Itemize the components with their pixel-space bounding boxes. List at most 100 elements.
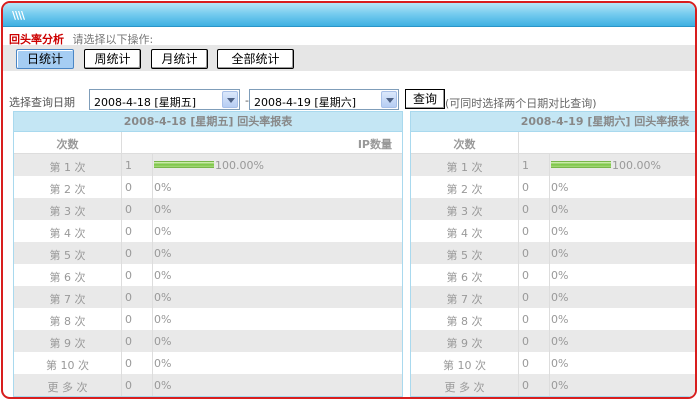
visit-label: 第 9 次 xyxy=(49,337,86,350)
visit-label: 第 3 次 xyxy=(49,205,86,218)
column-divider xyxy=(121,154,122,176)
ip-percent: 0% xyxy=(154,335,172,348)
ip-percent: 100.00% xyxy=(215,159,264,172)
ip-percent: 0% xyxy=(551,181,569,194)
monthly-stats-button[interactable]: 月统计 xyxy=(151,49,208,69)
ip-count: 0 xyxy=(125,181,132,194)
ip-count: 0 xyxy=(522,247,529,260)
percent-bar xyxy=(551,161,611,168)
visit-label: 第 1 次 xyxy=(446,161,483,174)
ip-percent: 0% xyxy=(551,203,569,216)
header-visits: 次数 xyxy=(56,138,79,151)
ip-count: 0 xyxy=(125,335,132,348)
ip-count: 0 xyxy=(125,203,132,216)
column-divider xyxy=(152,330,153,352)
ip-percent: 0% xyxy=(551,335,569,348)
ip-percent: 0% xyxy=(154,203,172,216)
column-divider xyxy=(549,264,550,286)
table-row: 第 5 次 0 0% xyxy=(14,242,402,264)
stat-mode-toolbar: 日统计 周统计 月统计 全部统计 xyxy=(3,45,695,71)
column-divider xyxy=(121,242,122,264)
date-from-select[interactable]: 2008-4-18 [星期五] xyxy=(89,89,240,110)
column-divider xyxy=(518,330,519,352)
table-row: 第 10 次 0 0% xyxy=(411,352,695,374)
query-button[interactable]: 查询 xyxy=(405,89,445,109)
visit-label: 更 多 次 xyxy=(444,381,485,394)
column-divider xyxy=(549,308,550,330)
ip-count: 1 xyxy=(125,159,132,172)
weekly-stats-button[interactable]: 周统计 xyxy=(84,49,141,69)
column-divider xyxy=(518,198,519,220)
table-row: 第 8 次 0 0% xyxy=(14,308,402,330)
visit-label: 第 1 次 xyxy=(49,161,86,174)
ip-count: 0 xyxy=(125,247,132,260)
ip-count: 0 xyxy=(125,379,132,392)
column-divider xyxy=(518,286,519,308)
date-filter-label: 选择查询日期 xyxy=(9,96,75,109)
ip-percent: 0% xyxy=(154,313,172,326)
column-divider xyxy=(152,264,153,286)
date-to-value: 2008-4-19 [星期六] xyxy=(254,96,357,109)
visit-label: 第 8 次 xyxy=(49,315,86,328)
date-from-value: 2008-4-18 [星期五] xyxy=(94,96,197,109)
column-divider xyxy=(549,330,550,352)
visit-label: 第 10 次 xyxy=(443,359,486,372)
ip-count: 0 xyxy=(522,313,529,326)
ip-percent: 0% xyxy=(551,247,569,260)
column-divider xyxy=(549,176,550,198)
column-divider xyxy=(518,264,519,286)
ip-percent: 0% xyxy=(154,269,172,282)
ip-count: 0 xyxy=(125,291,132,304)
column-divider xyxy=(121,220,122,242)
visit-label: 第 5 次 xyxy=(446,249,483,262)
table-row: 第 9 次 0 0% xyxy=(411,330,695,352)
table-row: 第 1 次 1 100.00% xyxy=(14,154,402,176)
column-divider xyxy=(121,374,122,396)
ip-count: 0 xyxy=(522,225,529,238)
table-row: 第 6 次 0 0% xyxy=(14,264,402,286)
header-ip-count: IP数量 xyxy=(357,138,392,151)
daily-stats-button[interactable]: 日统计 xyxy=(16,49,74,69)
column-divider xyxy=(152,374,153,396)
ip-count: 0 xyxy=(522,181,529,194)
chevron-down-icon[interactable] xyxy=(381,91,397,108)
column-divider xyxy=(152,308,153,330)
table-header: 次数 IP数量 xyxy=(411,132,695,154)
table-row: 第 5 次 0 0% xyxy=(411,242,695,264)
table-row: 更 多 次 0 0% xyxy=(411,374,695,396)
visit-label: 第 7 次 xyxy=(446,293,483,306)
ip-percent: 0% xyxy=(551,291,569,304)
column-divider xyxy=(121,176,122,198)
column-divider xyxy=(549,220,550,242)
visit-label: 更 多 次 xyxy=(47,381,88,394)
table-row: 第 2 次 0 0% xyxy=(14,176,402,198)
table-row: 更 多 次 0 0% xyxy=(14,374,402,396)
ip-percent: 0% xyxy=(154,291,172,304)
column-divider xyxy=(549,198,550,220)
all-stats-button[interactable]: 全部统计 xyxy=(217,49,294,69)
column-divider xyxy=(549,352,550,374)
table-row: 第 3 次 0 0% xyxy=(14,198,402,220)
column-divider xyxy=(152,352,153,374)
visit-label: 第 6 次 xyxy=(446,271,483,284)
date-to-select[interactable]: 2008-4-19 [星期六] xyxy=(249,89,399,110)
chevron-down-icon[interactable] xyxy=(222,91,238,108)
column-divider xyxy=(121,286,122,308)
visit-label: 第 10 次 xyxy=(46,359,89,372)
column-divider xyxy=(518,374,519,396)
column-divider xyxy=(549,154,550,176)
column-divider xyxy=(121,198,122,220)
column-divider xyxy=(518,242,519,264)
visit-label: 第 4 次 xyxy=(49,227,86,240)
ip-percent: 0% xyxy=(551,225,569,238)
ip-percent: 0% xyxy=(551,313,569,326)
visit-label: 第 7 次 xyxy=(49,293,86,306)
page-headline: 回头率分析 请选择以下操作: xyxy=(9,31,153,46)
column-divider xyxy=(152,286,153,308)
ip-percent: 0% xyxy=(154,357,172,370)
header-visits: 次数 xyxy=(453,138,476,151)
column-divider xyxy=(152,176,153,198)
column-divider xyxy=(518,308,519,330)
visit-label: 第 6 次 xyxy=(49,271,86,284)
column-divider xyxy=(549,374,550,396)
